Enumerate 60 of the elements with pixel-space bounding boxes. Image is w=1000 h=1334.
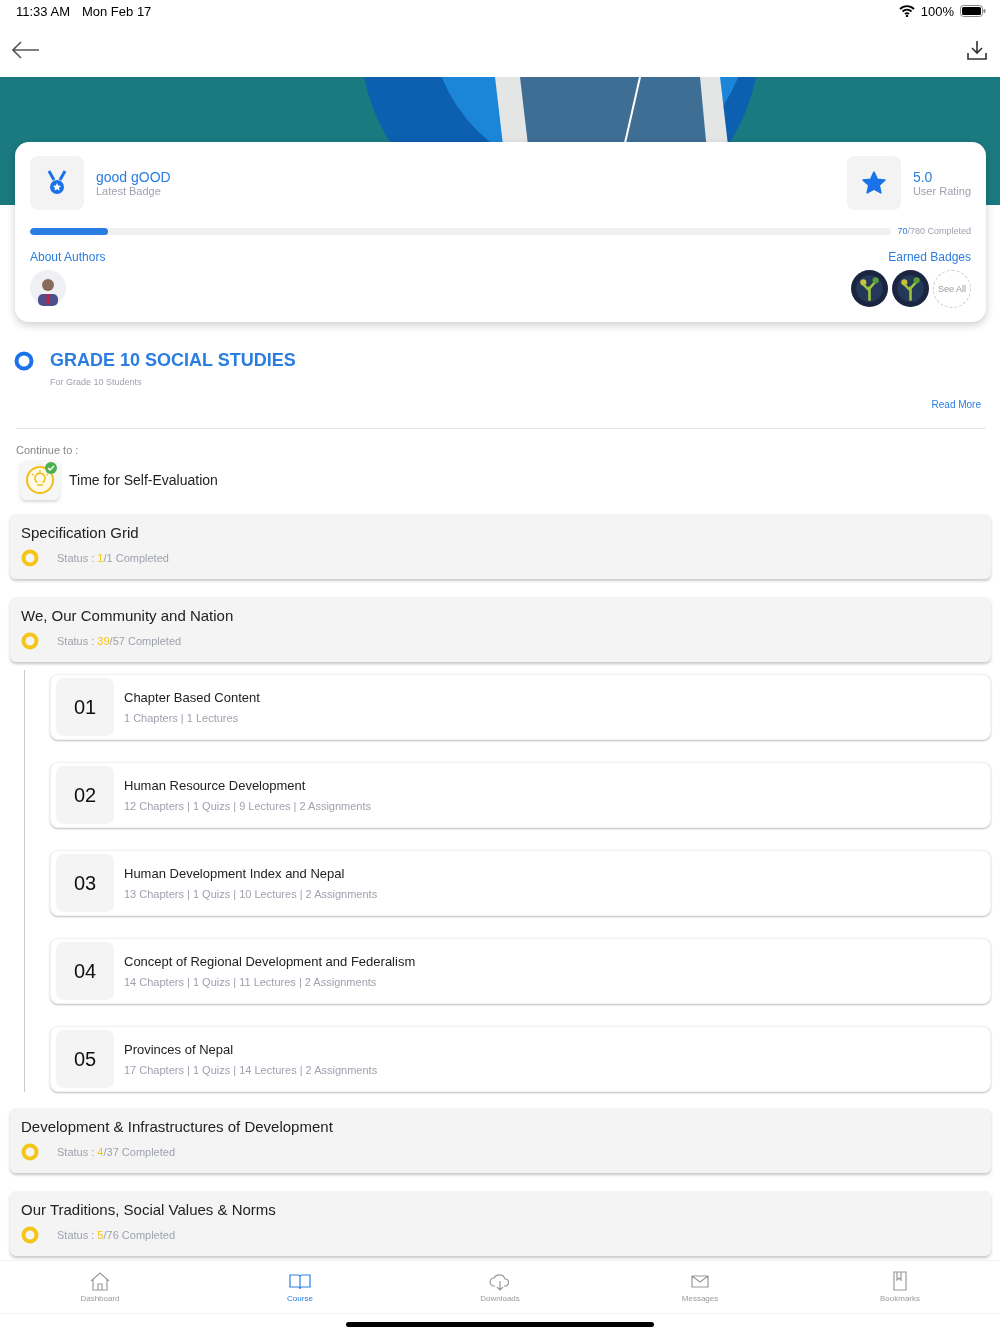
rating-label: User Rating bbox=[912, 185, 971, 197]
chapter-number: 02 bbox=[56, 766, 114, 824]
chapter-title: Human Development Index and Nepal bbox=[124, 866, 346, 881]
section-card[interactable]: We, Our Community and Nation Status : 39/57 Completed bbox=[10, 597, 991, 662]
chapter-card[interactable]: 01 Chapter Based Content 1 Chapters | 1 Lectures bbox=[50, 674, 991, 740]
chapter-title: Human Resource Development bbox=[124, 778, 307, 793]
section-title: Our Traditions, Social Values & Norms bbox=[21, 1201, 277, 1218]
chapter-meta: 13 Chapters | 1 Quizs | 10 Lectures | 2 Assignments bbox=[124, 888, 378, 900]
status-date: Mon Feb 17 bbox=[81, 3, 152, 19]
about-authors-link[interactable]: About Authors bbox=[30, 250, 106, 264]
section-title: Specification Grid bbox=[21, 524, 140, 541]
chapter-meta: 1 Chapters | 1 Lectures bbox=[124, 712, 240, 724]
read-more-link[interactable]: Read More bbox=[931, 399, 981, 410]
chapter-meta: 14 Chapters | 1 Quizs | 11 Lectures | 2 Assignments bbox=[124, 976, 378, 988]
ring-icon bbox=[21, 1143, 39, 1161]
chapter-title: Chapter Based Content bbox=[124, 690, 260, 705]
rating-value: 5.0 bbox=[912, 169, 934, 185]
chapter-card[interactable]: 03 Human Development Index and Nepal 13 Chapters | 1 Quizs | 10 Lectures | 2 Assignments bbox=[50, 850, 991, 916]
progress-text: 70/780 Completed bbox=[897, 226, 971, 236]
chapter-title: Provinces of Nepal bbox=[124, 1042, 235, 1057]
earned-badges-link[interactable]: Earned Badges bbox=[888, 250, 971, 264]
status-text: Status : 39/57 Completed bbox=[57, 635, 182, 647]
section-card[interactable]: Development & Infrastructures of Development Status : 4/37 Completed bbox=[10, 1108, 991, 1173]
continue-label: Continue to : bbox=[16, 444, 80, 456]
chapter-number: 04 bbox=[56, 942, 114, 1000]
course-subtitle: For Grade 10 Students bbox=[50, 377, 143, 387]
chapter-number: 05 bbox=[56, 1030, 114, 1088]
back-button[interactable] bbox=[10, 38, 42, 61]
wifi-icon bbox=[898, 5, 915, 17]
section-card[interactable]: Specification Grid Status : 1/1 Completed bbox=[10, 514, 991, 579]
status-time: 11:33 AM bbox=[16, 3, 70, 19]
book-icon bbox=[289, 1271, 311, 1291]
battery-icon bbox=[960, 5, 986, 17]
ring-icon bbox=[14, 350, 34, 371]
status-text: Status : 4/37 Completed bbox=[57, 1146, 176, 1158]
tab-item[interactable]: Course bbox=[255, 1261, 345, 1313]
chapter-number: 03 bbox=[56, 854, 114, 912]
section-card[interactable]: Our Traditions, Social Values & Norms Status : 5/76 Completed bbox=[10, 1191, 991, 1256]
course-title: GRADE 10 SOCIAL STUDIES bbox=[50, 350, 296, 371]
chapter-meta: 12 Chapters | 1 Quizs | 9 Lectures | 2 Assignments bbox=[124, 800, 372, 812]
section-title: We, Our Community and Nation bbox=[21, 607, 235, 624]
ring-icon bbox=[21, 1226, 39, 1244]
chapter-card[interactable]: 05 Provinces of Nepal 17 Chapters | 1 Quizs | 14 Lectures | 2 Assignments bbox=[50, 1026, 991, 1092]
ring-icon bbox=[21, 632, 39, 650]
cloud-icon bbox=[489, 1271, 511, 1291]
chapter-card[interactable]: 04 Concept of Regional Development and Federalism 14 Chapters | 1 Quizs | 11 Lectures | 2 Assignments bbox=[50, 938, 991, 1004]
badge-name: good gOOD bbox=[96, 169, 171, 185]
chapter-title: Concept of Regional Development and Federalism bbox=[124, 954, 416, 969]
chapter-number: 01 bbox=[56, 678, 114, 736]
ring-icon bbox=[21, 549, 39, 567]
chapter-meta: 17 Chapters | 1 Quizs | 14 Lectures | 2 Assignments bbox=[124, 1064, 378, 1076]
battery-percent: 100% bbox=[920, 3, 954, 19]
status-text: Status : 5/76 Completed bbox=[57, 1229, 176, 1241]
section-title: Development & Infrastructures of Development bbox=[21, 1118, 334, 1135]
continue-item[interactable]: Time for Self-Evaluation bbox=[20, 460, 218, 500]
medal-icon bbox=[30, 156, 84, 210]
chapter-card[interactable]: 02 Human Resource Development 12 Chapters | 1 Quizs | 9 Lectures | 2 Assignments bbox=[50, 762, 991, 828]
status-text: Status : 1/1 Completed bbox=[57, 552, 169, 564]
home-icon bbox=[89, 1271, 111, 1291]
badge-label: Latest Badge bbox=[96, 185, 162, 197]
